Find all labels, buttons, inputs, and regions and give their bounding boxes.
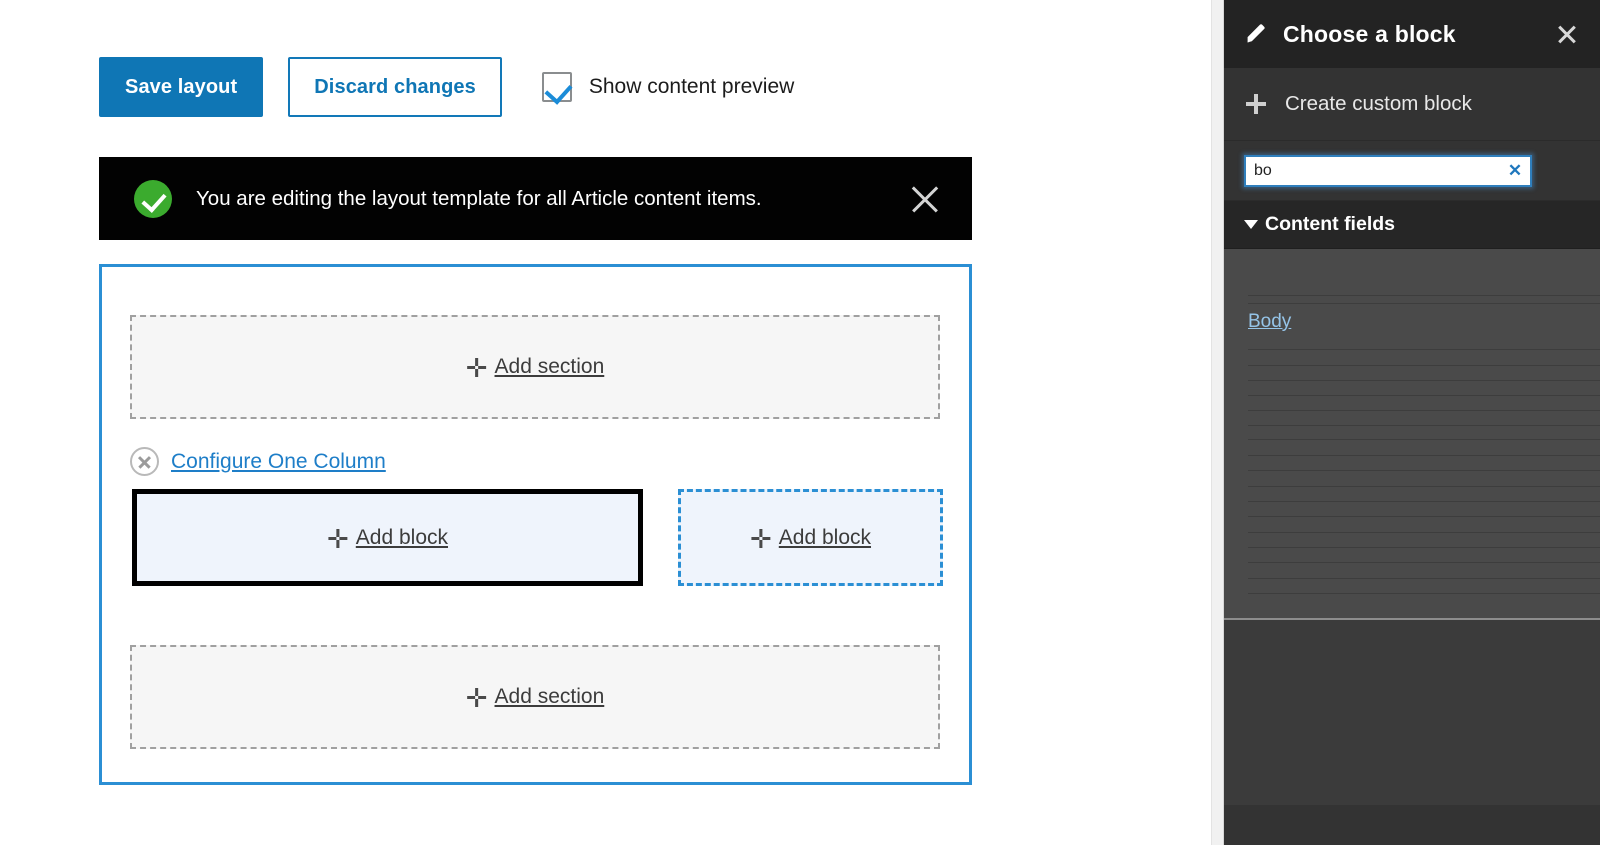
list-separator xyxy=(1248,365,1600,366)
list-separator xyxy=(1248,547,1600,548)
layout-actions-toolbar: Save layout Discard changes Show content… xyxy=(99,57,794,117)
main-content-region: Save layout Discard changes Show content… xyxy=(0,0,1218,845)
offcanvas-title: Choose a block xyxy=(1283,21,1456,48)
list-separator xyxy=(1248,303,1600,304)
create-custom-block-button[interactable]: Create custom block xyxy=(1224,68,1600,141)
plus-icon: ✛ xyxy=(327,526,349,552)
list-separator xyxy=(1248,532,1600,533)
block-filter-field[interactable]: ✕ xyxy=(1244,155,1532,187)
close-circle-icon[interactable] xyxy=(130,447,159,476)
list-separator xyxy=(1248,380,1600,381)
show-content-preview-label: Show content preview xyxy=(589,75,794,99)
list-separator xyxy=(1248,295,1600,296)
list-separator xyxy=(1248,455,1600,456)
save-layout-button[interactable]: Save layout xyxy=(99,57,263,117)
content-fields-label: Content fields xyxy=(1265,213,1395,236)
list-separator xyxy=(1248,562,1600,563)
plus-icon: ✛ xyxy=(750,526,772,552)
list-separator xyxy=(1248,410,1600,411)
plus-icon: ✛ xyxy=(466,355,488,381)
caret-down-icon xyxy=(1244,220,1258,229)
block-list: Body xyxy=(1224,249,1600,620)
add-section-bottom-button[interactable]: ✛ Add section xyxy=(130,645,940,749)
add-block-label: Add block xyxy=(356,526,448,550)
discard-changes-button[interactable]: Discard changes xyxy=(288,57,502,117)
list-separator xyxy=(1248,501,1600,502)
layout-section-one-column: Configure One Column ✛ Add block ✛ Add b… xyxy=(130,447,942,607)
add-section-top-button[interactable]: ✛ Add section xyxy=(130,315,940,419)
layout-builder-page: Save layout Discard changes Show content… xyxy=(0,0,1600,845)
offcanvas-footer xyxy=(1224,620,1600,805)
list-separator xyxy=(1248,395,1600,396)
status-message: You are editing the layout template for … xyxy=(99,157,972,240)
list-separator xyxy=(1248,425,1600,426)
list-separator xyxy=(1248,593,1600,594)
add-block-button-region-two[interactable]: ✛ Add block xyxy=(678,489,943,586)
plus-icon: ✛ xyxy=(466,685,488,711)
block-filter-row: ✕ xyxy=(1224,141,1600,201)
search-input[interactable] xyxy=(1246,157,1530,185)
list-separator xyxy=(1248,439,1600,440)
close-icon[interactable] xyxy=(1556,23,1578,45)
block-list-item-body[interactable]: Body xyxy=(1248,311,1291,333)
configure-one-column-link[interactable]: Configure One Column xyxy=(171,450,386,474)
close-icon[interactable] xyxy=(908,182,942,216)
add-section-label: Add section xyxy=(495,685,605,709)
show-content-preview-checkbox[interactable] xyxy=(542,72,572,102)
page-scrollbar[interactable] xyxy=(1211,0,1224,845)
add-section-label: Add section xyxy=(495,355,605,379)
list-separator xyxy=(1248,516,1600,517)
list-separator xyxy=(1248,578,1600,579)
section-configure-row: Configure One Column xyxy=(130,447,386,476)
plus-icon xyxy=(1246,94,1266,114)
content-fields-accordion-header[interactable]: Content fields xyxy=(1224,201,1600,249)
list-separator xyxy=(1248,470,1600,471)
layout-canvas: ✛ Add section Configure One Column ✛ Add… xyxy=(99,264,972,785)
check-circle-icon xyxy=(134,180,172,218)
show-content-preview-toggle[interactable]: Show content preview xyxy=(542,72,794,102)
pencil-icon xyxy=(1244,22,1268,46)
clear-icon[interactable]: ✕ xyxy=(1506,161,1524,181)
add-block-label: Add block xyxy=(779,526,871,550)
add-block-button-region-one[interactable]: ✛ Add block xyxy=(132,489,643,586)
list-separator xyxy=(1248,349,1600,350)
choose-a-block-offcanvas: Choose a block Create custom block ✕ Con… xyxy=(1224,0,1600,845)
list-separator xyxy=(1248,486,1600,487)
status-message-text: You are editing the layout template for … xyxy=(196,187,762,211)
create-custom-block-label: Create custom block xyxy=(1285,92,1472,116)
offcanvas-header: Choose a block xyxy=(1224,0,1600,68)
